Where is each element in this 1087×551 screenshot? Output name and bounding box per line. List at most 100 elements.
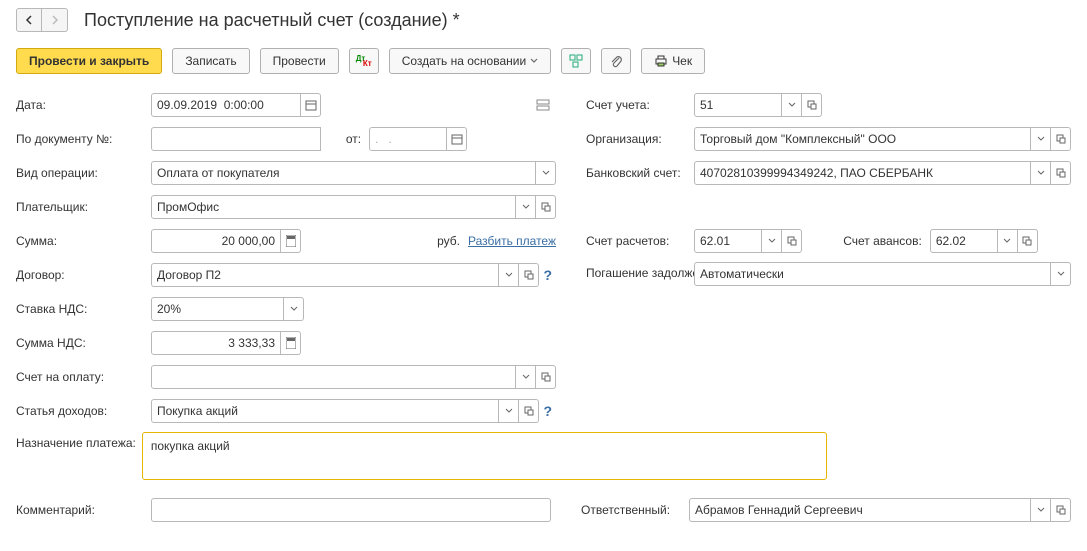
label-income-item: Статья доходов: <box>16 404 151 418</box>
label-responsible: Ответственный: <box>581 503 689 517</box>
settle-dropdown[interactable] <box>762 229 782 253</box>
label-settle-acct: Счет расчетов: <box>586 234 694 248</box>
comment-input[interactable] <box>151 498 551 522</box>
chevron-down-icon <box>1003 237 1011 245</box>
chevron-down-icon <box>290 305 298 313</box>
doc-from-input[interactable] <box>369 127 447 151</box>
vat-amount-input[interactable] <box>151 331 281 355</box>
income-item-input[interactable] <box>151 399 499 423</box>
vat-rate-dropdown[interactable] <box>284 297 304 321</box>
label-date: Дата: <box>16 98 151 112</box>
bank-acct-input[interactable] <box>694 161 1031 185</box>
invoice-dropdown[interactable] <box>516 365 536 389</box>
record-button[interactable]: Записать <box>172 48 249 74</box>
label-contract: Договор: <box>16 268 151 282</box>
invoice-input[interactable] <box>151 365 516 389</box>
contract-open[interactable] <box>519 263 539 287</box>
chevron-down-icon <box>1037 135 1045 143</box>
help-contract[interactable]: ? <box>539 267 556 283</box>
split-payment-link[interactable]: Разбить платеж <box>468 234 556 248</box>
advance-open[interactable] <box>1018 229 1038 253</box>
doc-no-input[interactable] <box>151 127 321 151</box>
amount-calc[interactable] <box>281 229 301 253</box>
label-vat-rate: Ставка НДС: <box>16 302 151 316</box>
label-amount: Сумма: <box>16 234 151 248</box>
label-invoice: Счет на оплату: <box>16 370 151 384</box>
doc-from-picker[interactable] <box>447 127 467 151</box>
label-payer: Плательщик: <box>16 200 151 214</box>
account-open[interactable] <box>802 93 822 117</box>
bank-dropdown[interactable] <box>1031 161 1051 185</box>
advance-dropdown[interactable] <box>998 229 1018 253</box>
check-button[interactable]: Чек <box>641 48 705 74</box>
payer-dropdown[interactable] <box>516 195 536 219</box>
advance-acct-input[interactable] <box>930 229 998 253</box>
chevron-down-icon <box>542 169 550 177</box>
vat-rate-input[interactable] <box>151 297 284 321</box>
label-org: Организация: <box>586 132 694 146</box>
chevron-down-icon <box>505 271 513 279</box>
chevron-down-icon <box>530 57 538 65</box>
vat-amount-calc[interactable] <box>281 331 301 355</box>
nav-back[interactable] <box>16 8 42 32</box>
resp-dropdown[interactable] <box>1031 498 1051 522</box>
calculator-icon <box>286 337 296 349</box>
contract-dropdown[interactable] <box>499 263 519 287</box>
calendar-icon <box>451 133 463 145</box>
org-open[interactable] <box>1051 127 1071 151</box>
org-input[interactable] <box>694 127 1031 151</box>
label-from: от: <box>338 132 369 146</box>
chevron-down-icon <box>1057 270 1065 278</box>
open-icon <box>1022 236 1032 246</box>
debt-repay-input[interactable] <box>694 262 1051 286</box>
chevron-down-icon <box>522 373 530 381</box>
payer-open[interactable] <box>536 195 556 219</box>
chevron-down-icon <box>788 101 796 109</box>
payer-input[interactable] <box>151 195 516 219</box>
chevron-down-icon <box>505 407 513 415</box>
structure-button[interactable] <box>561 48 591 74</box>
account-input[interactable] <box>694 93 782 117</box>
mode-indicator[interactable] <box>536 99 556 111</box>
post-close-button[interactable]: Провести и закрыть <box>16 48 162 74</box>
currency-label: руб. <box>429 234 468 248</box>
open-icon <box>1056 505 1066 515</box>
structure-icon <box>569 54 583 68</box>
income-dropdown[interactable] <box>499 399 519 423</box>
op-type-input[interactable] <box>151 161 536 185</box>
label-account: Счет учета: <box>586 98 694 112</box>
settle-acct-input[interactable] <box>694 229 762 253</box>
post-button[interactable]: Провести <box>260 48 339 74</box>
date-picker-btn[interactable] <box>301 93 321 117</box>
attach-button[interactable] <box>601 48 631 74</box>
open-icon <box>541 202 551 212</box>
op-type-dropdown[interactable] <box>536 161 556 185</box>
bank-open[interactable] <box>1051 161 1071 185</box>
nav-forward[interactable] <box>42 8 68 32</box>
contract-input[interactable] <box>151 263 499 287</box>
help-income[interactable]: ? <box>539 403 556 419</box>
account-dropdown[interactable] <box>782 93 802 117</box>
open-icon <box>807 100 817 110</box>
open-icon <box>541 372 551 382</box>
chevron-down-icon <box>1037 169 1045 177</box>
invoice-open[interactable] <box>536 365 556 389</box>
amount-input[interactable] <box>151 229 281 253</box>
open-icon <box>787 236 797 246</box>
chevron-down-icon <box>1037 506 1045 514</box>
dtkt-button[interactable]: ДтКт <box>349 48 379 74</box>
income-open[interactable] <box>519 399 539 423</box>
chevron-down-icon <box>522 203 530 211</box>
settle-open[interactable] <box>782 229 802 253</box>
resp-open[interactable] <box>1051 498 1071 522</box>
org-dropdown[interactable] <box>1031 127 1051 151</box>
label-bank-acct: Банковский счет: <box>586 166 694 180</box>
page-title: Поступление на расчетный счет (создание)… <box>80 10 460 31</box>
calculator-icon <box>286 235 296 247</box>
responsible-input[interactable] <box>689 498 1031 522</box>
debt-dropdown[interactable] <box>1051 262 1071 286</box>
create-from-button[interactable]: Создать на основании <box>389 48 552 74</box>
calendar-icon <box>305 99 317 111</box>
label-op-type: Вид операции: <box>16 166 151 180</box>
date-input[interactable] <box>151 93 301 117</box>
